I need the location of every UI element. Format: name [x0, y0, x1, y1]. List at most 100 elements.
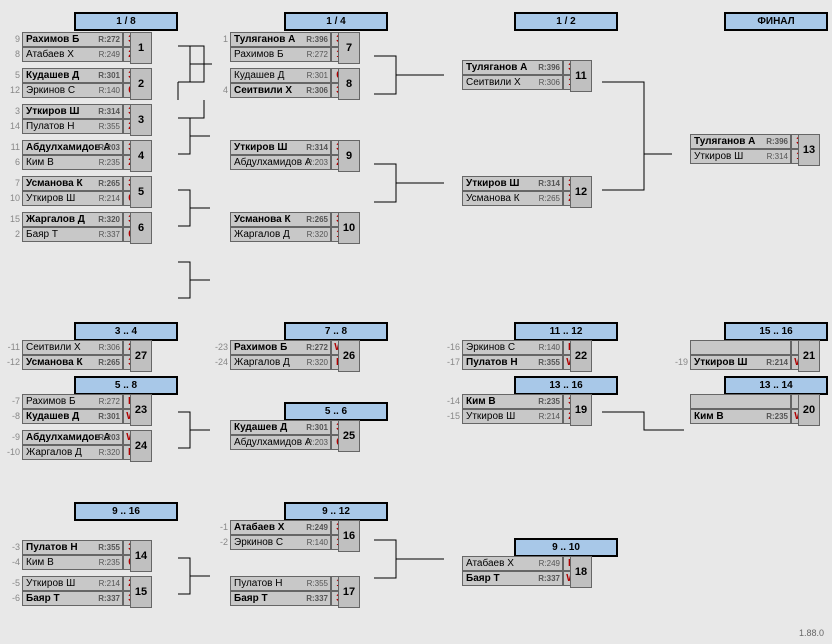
player-rating: R:396: [306, 33, 328, 46]
match-row: Сеитвили ХR:3061: [444, 75, 579, 90]
player-name: Ким В: [26, 156, 54, 169]
match: -16Эркинов СR:140L-17Пулатов НR:355W: [444, 340, 579, 370]
player-rating: R:203: [307, 436, 328, 449]
match-row: -19Уткиров ШR:214W: [672, 355, 807, 370]
match-number: 18: [570, 556, 592, 588]
player-cell: Кудашев ДR:301: [230, 68, 331, 83]
seed: [444, 60, 462, 75]
player-rating: R:214: [99, 577, 120, 590]
player-rating: R:337: [99, 228, 120, 241]
seed: 15: [4, 212, 22, 227]
player-rating: R:249: [539, 557, 560, 570]
seed: [444, 556, 462, 571]
player-rating: R:320: [98, 213, 120, 226]
player-cell: Рахимов БR:272: [22, 394, 123, 409]
match-number: 11: [570, 60, 592, 92]
seed: [672, 409, 690, 424]
player-rating: R:235: [766, 410, 788, 423]
player-rating: R:235: [99, 556, 120, 569]
seed: 7: [4, 176, 22, 191]
player-rating: R:301: [306, 421, 328, 434]
round-header: ФИНАЛ: [724, 12, 828, 31]
match-row: 1Туляганов АR:3963: [212, 32, 347, 47]
player-cell: Рахимов БR:272: [22, 32, 123, 47]
match-row: Уткиров ШR:3143: [444, 176, 579, 191]
match-row: -14Ким ВR:2353: [444, 394, 579, 409]
player-cell: Уткиров ШR:314: [462, 176, 563, 191]
player-cell: Атабаев ХR:249: [22, 47, 123, 62]
player-name: Жаргалов Д: [26, 213, 85, 226]
match-row: -15Уткиров ШR:2142: [444, 409, 579, 424]
player-name: Кудашев Д: [234, 421, 287, 434]
match: Уткиров ШR:3143Абдулхамидов АR:2032: [212, 140, 347, 170]
seed: [212, 227, 230, 242]
match: Ким ВR:235W: [672, 394, 807, 424]
player-rating: R:272: [306, 341, 328, 354]
seed: [444, 191, 462, 206]
player-rating: R:249: [99, 48, 120, 61]
player-cell: Усманова КR:265: [22, 355, 123, 370]
seed: -19: [672, 355, 690, 370]
player-rating: R:140: [307, 536, 328, 549]
match-row: -6Баяр ТR:3373: [4, 591, 139, 606]
player-name: Уткиров Ш: [26, 105, 79, 118]
seed: [212, 47, 230, 62]
player-rating: R:314: [306, 141, 328, 154]
match: -7Рахимов БR:272L-8Кудашев ДR:301W: [4, 394, 139, 424]
player-name: Эркинов С: [466, 341, 515, 354]
seed: [212, 591, 230, 606]
player-name: Усманова К: [466, 192, 520, 205]
player-cell: Ким ВR:235: [690, 409, 791, 424]
match: -23Рахимов БR:272W-24Жаргалов ДR:320L: [212, 340, 347, 370]
round-header: 13 .. 16: [514, 376, 618, 395]
round-header: 5 .. 6: [284, 402, 388, 421]
match-row: -10Жаргалов ДR:320L: [4, 445, 139, 460]
match-row: 12Эркинов СR:1400: [4, 83, 139, 98]
player-cell: Уткиров ШR:314: [22, 104, 123, 119]
match-number: 16: [338, 520, 360, 552]
match: -5Уткиров ШR:2142-6Баяр ТR:3373: [4, 576, 139, 606]
player-cell: Кудашев ДR:301: [22, 68, 123, 83]
player-cell: Усманова КR:265: [22, 176, 123, 191]
player-cell: Туляганов АR:396: [690, 134, 791, 149]
player-cell: Абдулхамидов АR:203: [22, 140, 123, 155]
player-rating: R:320: [307, 228, 328, 241]
player-name: Туляганов А: [466, 61, 527, 74]
player-rating: R:320: [99, 446, 120, 459]
player-rating: R:249: [306, 521, 328, 534]
seed: 11: [4, 140, 22, 155]
player-rating: R:337: [98, 592, 120, 605]
player-name: Рахимов Б: [26, 33, 79, 46]
player-name: Баяр Т: [26, 592, 60, 605]
match-number: 9: [338, 140, 360, 172]
seed: 12: [4, 83, 22, 98]
match-row: 4Сеитвили ХR:3063: [212, 83, 347, 98]
round-header: 7 .. 8: [284, 322, 388, 341]
seed: [672, 149, 690, 164]
seed: -3: [4, 540, 22, 555]
match: -14Ким ВR:2353-15Уткиров ШR:2142: [444, 394, 579, 424]
player-name: Жаргалов Д: [26, 446, 82, 459]
player-name: Уткиров Ш: [26, 192, 75, 205]
player-cell: Сеитвили ХR:306: [462, 75, 563, 90]
match-row: -3Пулатов НR:3553: [4, 540, 139, 555]
player-rating: R:214: [539, 410, 560, 423]
player-rating: R:306: [539, 76, 560, 89]
player-name: Пулатов Н: [26, 541, 78, 554]
player-name: Усманова К: [26, 356, 83, 369]
player-cell: Уткиров ШR:214: [462, 409, 563, 424]
seed: [212, 155, 230, 170]
seed: 8: [4, 47, 22, 62]
seed: [672, 340, 690, 355]
player-rating: R:301: [98, 410, 120, 423]
match: -9Абдулхамидов АR:203W-10Жаргалов ДR:320…: [4, 430, 139, 460]
match-row: [672, 340, 807, 355]
player-cell: Абдулхамидов АR:203: [22, 430, 123, 445]
player-cell: Баяр ТR:337: [22, 227, 123, 242]
player-name: Ким В: [466, 395, 496, 408]
match-number: 2: [130, 68, 152, 100]
player-cell: [690, 394, 791, 409]
seed: 5: [4, 68, 22, 83]
match-row: -5Уткиров ШR:2142: [4, 576, 139, 591]
match: 7Усманова КR:265310Уткиров ШR:2140: [4, 176, 139, 206]
